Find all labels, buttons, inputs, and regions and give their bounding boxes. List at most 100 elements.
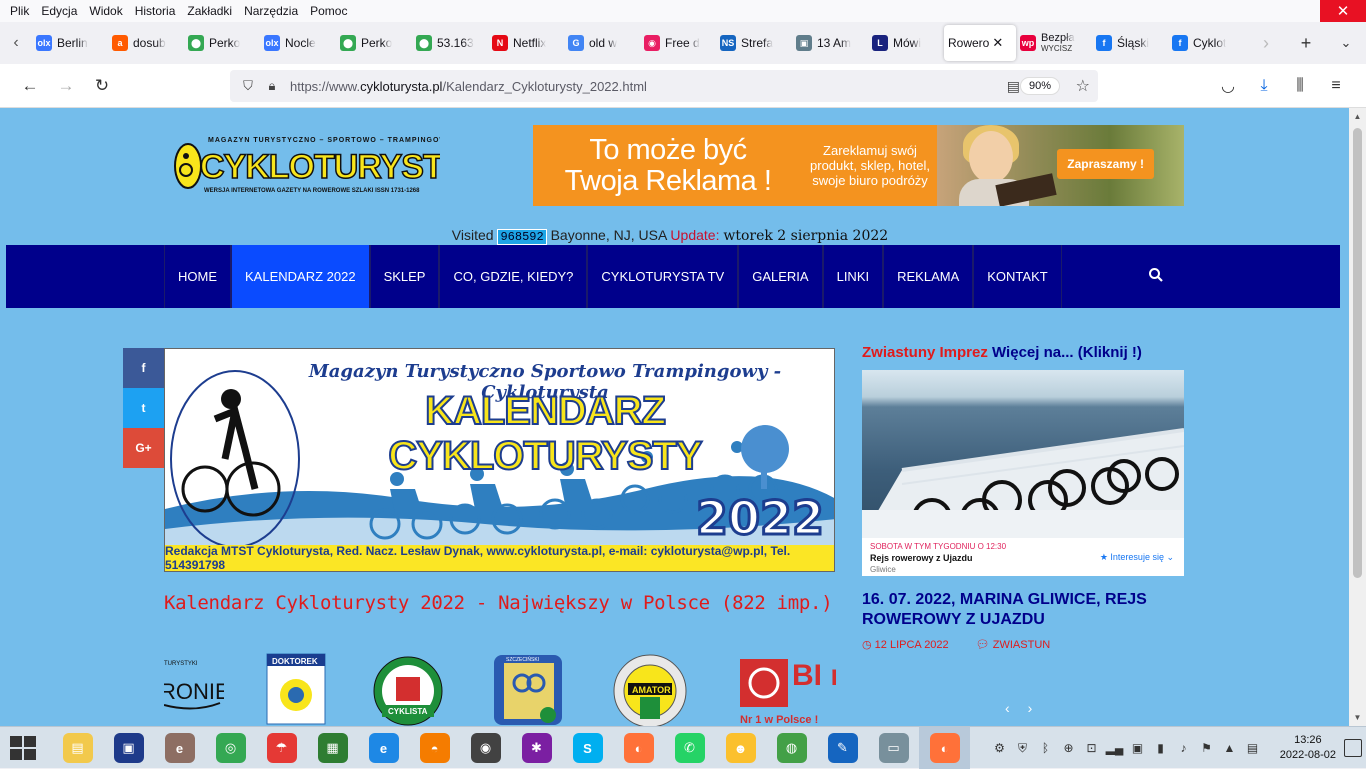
event-interested-button[interactable]: ★ Interesuje się ⌄	[1100, 552, 1174, 563]
partner-logo-szczecinski[interactable]: SZCZECIŃSKI	[492, 653, 564, 726]
window-close-button[interactable]: ✕	[1320, 0, 1366, 22]
battery-icon[interactable]: ▮	[1149, 741, 1172, 755]
clock[interactable]: 13:26 2022-08-02	[1280, 733, 1336, 763]
slider-next-icon[interactable]: ›	[1028, 700, 1033, 716]
nav-item-kalendarz-2022[interactable]: KALENDARZ 2022	[231, 245, 370, 308]
tab-close-icon[interactable]: ✕	[992, 35, 1003, 51]
url-text[interactable]: https://www.cykloturysta.pl/Kalendarz_Cy…	[290, 79, 647, 94]
partner-logo-cyklista[interactable]: CYKLISTA	[370, 653, 446, 726]
scroll-down-icon[interactable]: ▼	[1349, 709, 1366, 726]
scroll-up-icon[interactable]: ▲	[1349, 108, 1366, 125]
nav-item-co-gdzie-kiedy[interactable]: CO, GDZIE, KIEDY?	[439, 245, 588, 308]
taskbar-app[interactable]: ✆	[664, 727, 715, 769]
taskbar-app[interactable]: ◉	[460, 727, 511, 769]
notification-icon[interactable]	[1344, 739, 1362, 757]
taskbar-app[interactable]: ◎	[205, 727, 256, 769]
taskbar-app[interactable]: ✎	[817, 727, 868, 769]
nav-item-sklep[interactable]: SKLEP	[369, 245, 440, 308]
tray-shield-icon[interactable]: ⛨	[1011, 741, 1034, 756]
menu-item-0[interactable]: Plik	[0, 4, 35, 18]
tab[interactable]: f Śląski	[1092, 25, 1168, 61]
ad-banner[interactable]: To może być Twoja Reklama ! Zareklamuj sw…	[533, 125, 1184, 206]
taskbar-app[interactable]: e	[154, 727, 205, 769]
tabs-scroll-left-icon[interactable]: ‹	[0, 22, 32, 64]
tab[interactable]: N Netflix	[488, 25, 564, 61]
tab[interactable]: ⬤ Perko	[336, 25, 412, 61]
tray-lock-icon[interactable]: ⊡	[1080, 741, 1103, 755]
nav-item-kontakt[interactable]: KONTAKT	[973, 245, 1062, 308]
menu-item-5[interactable]: Narzędzia	[238, 4, 304, 18]
zoom-level-badge[interactable]: 90%	[1019, 77, 1060, 95]
tray-up-icon[interactable]: ▲	[1218, 741, 1241, 755]
tab-active[interactable]: Rowero ✕	[944, 25, 1016, 61]
scroll-thumb[interactable]	[1353, 128, 1362, 578]
taskbar-app[interactable]: ☂	[256, 727, 307, 769]
sidebar-heading[interactable]: Zwiastuny Imprez Więcej na... (Kliknij !…	[862, 344, 1142, 361]
taskbar-app[interactable]: ☻	[715, 727, 766, 769]
share-twitter-button[interactable]: t	[123, 388, 164, 428]
taskbar-app[interactable]: e	[358, 727, 409, 769]
downloads-icon[interactable]: ⤓	[1246, 70, 1282, 102]
taskbar-app[interactable]: ◐	[613, 727, 664, 769]
bluetooth-icon[interactable]: ᛒ	[1034, 741, 1057, 755]
nav-item-reklama[interactable]: REKLAMA	[883, 245, 974, 308]
shield-icon[interactable]: ⛉	[236, 78, 260, 94]
tab[interactable]: olx Berlin	[32, 25, 108, 61]
partner-logo-bikemaraton[interactable]: BI ma Nr 1 w Polsce !	[740, 653, 836, 726]
partner-logo-amator[interactable]: AMATOR	[610, 653, 690, 726]
taskbar-app[interactable]: ◍	[766, 727, 817, 769]
tab[interactable]: wp Bezpła WYCISZ	[1016, 25, 1092, 61]
taskbar-app[interactable]: ▦	[307, 727, 358, 769]
network-icon[interactable]: ▣	[1126, 741, 1149, 755]
page-scrollbar[interactable]: ▲ ▼	[1349, 108, 1366, 726]
taskbar-app[interactable]: S	[562, 727, 613, 769]
slider-prev-icon[interactable]: ‹	[1005, 700, 1010, 716]
tab[interactable]: a dosub	[108, 25, 184, 61]
pocket-icon[interactable]: ◡	[1210, 70, 1246, 102]
new-tab-button[interactable]: +	[1286, 33, 1326, 54]
tray-chart-icon[interactable]: ▤	[1241, 741, 1264, 755]
nav-item-linki[interactable]: LINKI	[822, 245, 884, 308]
tab[interactable]: ▣ 13 Am	[792, 25, 868, 61]
sidebar-article-title[interactable]: 16. 07. 2022, MARINA GLIWICE, REJS ROWER…	[862, 590, 1184, 630]
taskbar-app[interactable]: ▣	[103, 727, 154, 769]
reload-button[interactable]: ↻	[84, 70, 120, 102]
visit-counter[interactable]: 968592	[497, 229, 547, 245]
taskbar-app[interactable]: ◐	[919, 727, 970, 769]
taskbar-app[interactable]: ▤	[52, 727, 103, 769]
app-menu-icon[interactable]: ≡	[1318, 70, 1354, 102]
tab[interactable]: ⬤ 53.163	[412, 25, 488, 61]
taskbar-app[interactable]: ▭	[868, 727, 919, 769]
article-date[interactable]: ◷ 12 LIPCA 2022	[862, 639, 961, 651]
flag-icon[interactable]: ⚑	[1195, 741, 1218, 755]
menu-item-3[interactable]: Historia	[129, 4, 182, 18]
article-tag[interactable]: 💬︎ ZWIASTUN	[976, 639, 1062, 651]
windows-start-icon[interactable]	[10, 736, 36, 760]
bookmark-star-icon[interactable]: ☆	[1076, 76, 1090, 96]
reader-view-icon[interactable]: ▤	[1007, 78, 1020, 95]
lock-icon[interactable]: 🔒︎	[260, 78, 284, 94]
menu-item-2[interactable]: Widok	[83, 4, 128, 18]
sidebar-heading-link[interactable]: Więcej na... (Kliknij !)	[992, 344, 1142, 361]
partner-logo-doktorek[interactable]: DOKTOREK	[266, 653, 326, 726]
cykloturysta-logo[interactable]: MAGAZYN TURYSTYCZNO – SPORTOWO – TRAMPIN…	[172, 132, 440, 196]
list-all-tabs-icon[interactable]: ⌄	[1326, 35, 1366, 51]
share-facebook-button[interactable]: f	[123, 348, 164, 388]
forward-button[interactable]: →	[48, 70, 84, 102]
taskbar-app[interactable]: ✱	[511, 727, 562, 769]
nav-item-home[interactable]: HOME	[164, 245, 231, 308]
taskbar-app[interactable]: ◓	[409, 727, 460, 769]
back-button[interactable]: ←	[12, 70, 48, 102]
library-icon[interactable]: ⫼	[1282, 70, 1318, 102]
menu-item-1[interactable]: Edycja	[35, 4, 83, 18]
tab[interactable]: olx Nocle	[260, 25, 336, 61]
tray-plus-icon[interactable]: ⊕	[1057, 741, 1080, 755]
tab[interactable]: f Cyklot	[1168, 25, 1244, 61]
tab[interactable]: ◉ Free d	[640, 25, 716, 61]
address-bar[interactable]: ⛉ 🔒︎ https://www.cykloturysta.pl/Kalenda…	[230, 70, 1098, 102]
signal-icon[interactable]: ▂▄	[1103, 741, 1126, 755]
tab[interactable]: ⬤ Perko	[184, 25, 260, 61]
menu-item-4[interactable]: Zakładki	[181, 4, 238, 18]
speaker-icon[interactable]: ♪	[1172, 741, 1195, 755]
search-icon[interactable]	[1148, 267, 1164, 283]
